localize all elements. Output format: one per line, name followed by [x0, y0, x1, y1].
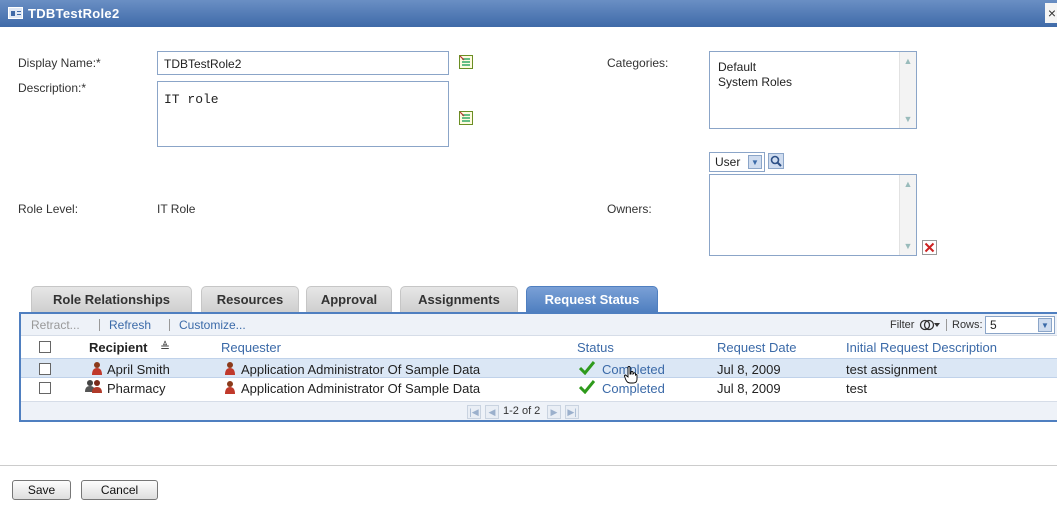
role-level-label: Role Level: [18, 202, 79, 216]
close-icon[interactable]: × [1045, 3, 1057, 23]
request-status-panel: Retract... Refresh Customize... Filter R… [19, 312, 1057, 422]
table-row[interactable]: April Smith Application Administrator Of… [21, 358, 1057, 378]
toolbar-separator [99, 319, 100, 331]
requester-cell: Application Administrator Of Sample Data [241, 362, 481, 377]
remove-owner-icon[interactable] [922, 240, 937, 255]
display-name-input[interactable]: TDBTestRole2 [157, 51, 449, 75]
save-button[interactable]: Save [12, 480, 71, 500]
categories-label: Categories: [607, 56, 669, 70]
pagination-bar: |◀ ◀ 1-2 of 2 ▶ ▶| [21, 401, 1057, 420]
categories-listbox[interactable]: Default System Roles ▲ ▼ [709, 51, 917, 129]
chevron-down-icon[interactable]: ▼ [1038, 318, 1052, 332]
request-date-cell: Jul 8, 2009 [717, 381, 781, 396]
row-checkbox[interactable] [39, 382, 51, 394]
filter-label[interactable]: Filter [890, 319, 914, 331]
pagination-text: 1-2 of 2 [503, 405, 541, 417]
category-item[interactable]: System Roles [718, 75, 792, 90]
requester-cell: Application Administrator Of Sample Data [241, 381, 481, 396]
row-checkbox[interactable] [39, 363, 51, 375]
owner-type-select[interactable]: User ▼ [709, 152, 765, 172]
display-name-label: Display Name:* [18, 56, 101, 70]
sort-ascending-icon[interactable]: ≜ [160, 340, 170, 354]
role-level-value: IT Role [157, 202, 196, 216]
cancel-button[interactable]: Cancel [81, 480, 158, 500]
column-initial-request-description[interactable]: Initial Request Description [846, 340, 997, 355]
column-recipient[interactable]: Recipient [89, 340, 148, 355]
table-row[interactable]: Pharmacy Application Administrator Of Sa… [21, 378, 1057, 398]
column-status[interactable]: Status [577, 340, 614, 355]
table-header: Recipient ≜ Requester Status Request Dat… [21, 337, 1057, 357]
tab-role-relationships[interactable]: Role Relationships [31, 286, 192, 312]
tab-assignments[interactable]: Assignments [400, 286, 518, 312]
window-title: TDBTestRole2 [28, 6, 120, 21]
chevron-down-icon[interactable]: ▼ [748, 155, 762, 169]
owners-listbox[interactable]: ▲ ▼ [709, 174, 917, 256]
check-icon [579, 380, 595, 394]
search-icon[interactable] [768, 153, 784, 169]
description-textarea[interactable]: IT role [157, 81, 449, 147]
category-item[interactable]: Default [718, 60, 792, 75]
categories-scrollbar[interactable]: ▲ ▼ [899, 52, 916, 128]
select-all-checkbox[interactable] [39, 341, 51, 353]
description-label: Description:* [18, 81, 87, 95]
recipient-cell: Pharmacy [107, 381, 166, 396]
recipient-cell: April Smith [107, 362, 170, 377]
localize-icon[interactable] [459, 111, 473, 125]
prev-page-icon[interactable]: ◀ [485, 405, 499, 419]
group-icon [85, 380, 102, 393]
customize-button[interactable]: Customize... [179, 318, 246, 332]
toolbar-separator [946, 319, 947, 331]
first-page-icon[interactable]: |◀ [467, 405, 481, 419]
scroll-up-icon[interactable]: ▲ [903, 179, 913, 189]
hand-cursor-icon [624, 366, 638, 384]
rows-select[interactable]: 5 ▼ [985, 316, 1055, 334]
rows-label: Rows: [952, 319, 983, 331]
column-request-date[interactable]: Request Date [717, 340, 797, 355]
user-icon [225, 381, 235, 394]
column-requester[interactable]: Requester [221, 340, 281, 355]
scroll-down-icon[interactable]: ▼ [903, 241, 913, 251]
scroll-up-icon[interactable]: ▲ [903, 56, 913, 66]
owner-type-value: User [715, 155, 741, 169]
localize-icon[interactable] [459, 55, 473, 69]
description-cell: test [846, 381, 867, 396]
check-icon [579, 361, 595, 375]
role-icon [8, 7, 23, 19]
window-title-bar: TDBTestRole2 × [0, 0, 1057, 27]
tab-request-status[interactable]: Request Status [526, 286, 658, 312]
table-toolbar: Retract... Refresh Customize... Filter R… [21, 314, 1057, 336]
toolbar-separator [169, 319, 170, 331]
retract-button[interactable]: Retract... [31, 318, 80, 332]
scroll-down-icon[interactable]: ▼ [903, 114, 913, 124]
next-page-icon[interactable]: ▶ [547, 405, 561, 419]
user-icon [225, 362, 235, 375]
request-date-cell: Jul 8, 2009 [717, 362, 781, 377]
description-value: IT role [164, 92, 219, 107]
tab-resources[interactable]: Resources [201, 286, 299, 312]
last-page-icon[interactable]: ▶| [565, 405, 579, 419]
refresh-button[interactable]: Refresh [109, 318, 151, 332]
owners-label: Owners: [607, 202, 652, 216]
description-cell: test assignment [846, 362, 938, 377]
rows-value: 5 [990, 318, 997, 332]
owners-scrollbar[interactable]: ▲ ▼ [899, 175, 916, 255]
user-icon [92, 362, 102, 375]
tab-approval[interactable]: Approval [306, 286, 392, 312]
filter-icon[interactable] [919, 318, 941, 332]
footer-divider [0, 465, 1057, 466]
display-name-value: TDBTestRole2 [164, 57, 242, 71]
